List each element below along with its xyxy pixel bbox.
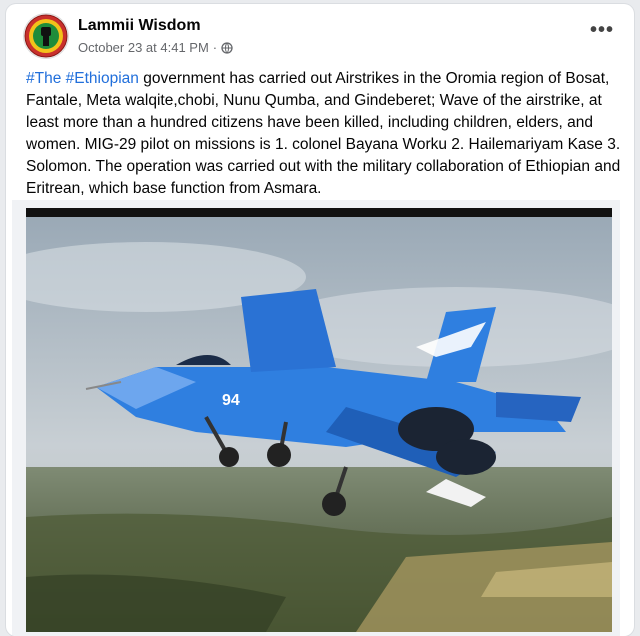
- hashtag-link[interactable]: #The: [26, 70, 61, 87]
- post-body: government has carried out Airstrikes in…: [26, 70, 621, 197]
- fighter-jet-image: 94: [26, 217, 612, 632]
- post-media: 94: [12, 200, 620, 636]
- tail-number: 94: [222, 392, 240, 409]
- post-text: #The #Ethiopian government has carried o…: [26, 68, 626, 200]
- more-options-icon[interactable]: •••: [590, 20, 614, 40]
- fist-logo-icon: [24, 14, 68, 58]
- post-meta: October 23 at 4:41 PM ·: [78, 40, 233, 55]
- profile-avatar[interactable]: [24, 14, 68, 58]
- globe-icon[interactable]: [221, 41, 233, 54]
- meta-separator: ·: [212, 40, 218, 55]
- post-header: Lammii Wisdom October 23 at 4:41 PM · ••…: [6, 4, 634, 66]
- jet-photo[interactable]: 94: [26, 208, 612, 636]
- author-name[interactable]: Lammii Wisdom: [78, 17, 201, 35]
- post-timestamp[interactable]: October 23 at 4:41 PM: [78, 40, 209, 55]
- post-card: Lammii Wisdom October 23 at 4:41 PM · ••…: [6, 4, 634, 636]
- hashtag-link[interactable]: #Ethiopian: [66, 70, 139, 87]
